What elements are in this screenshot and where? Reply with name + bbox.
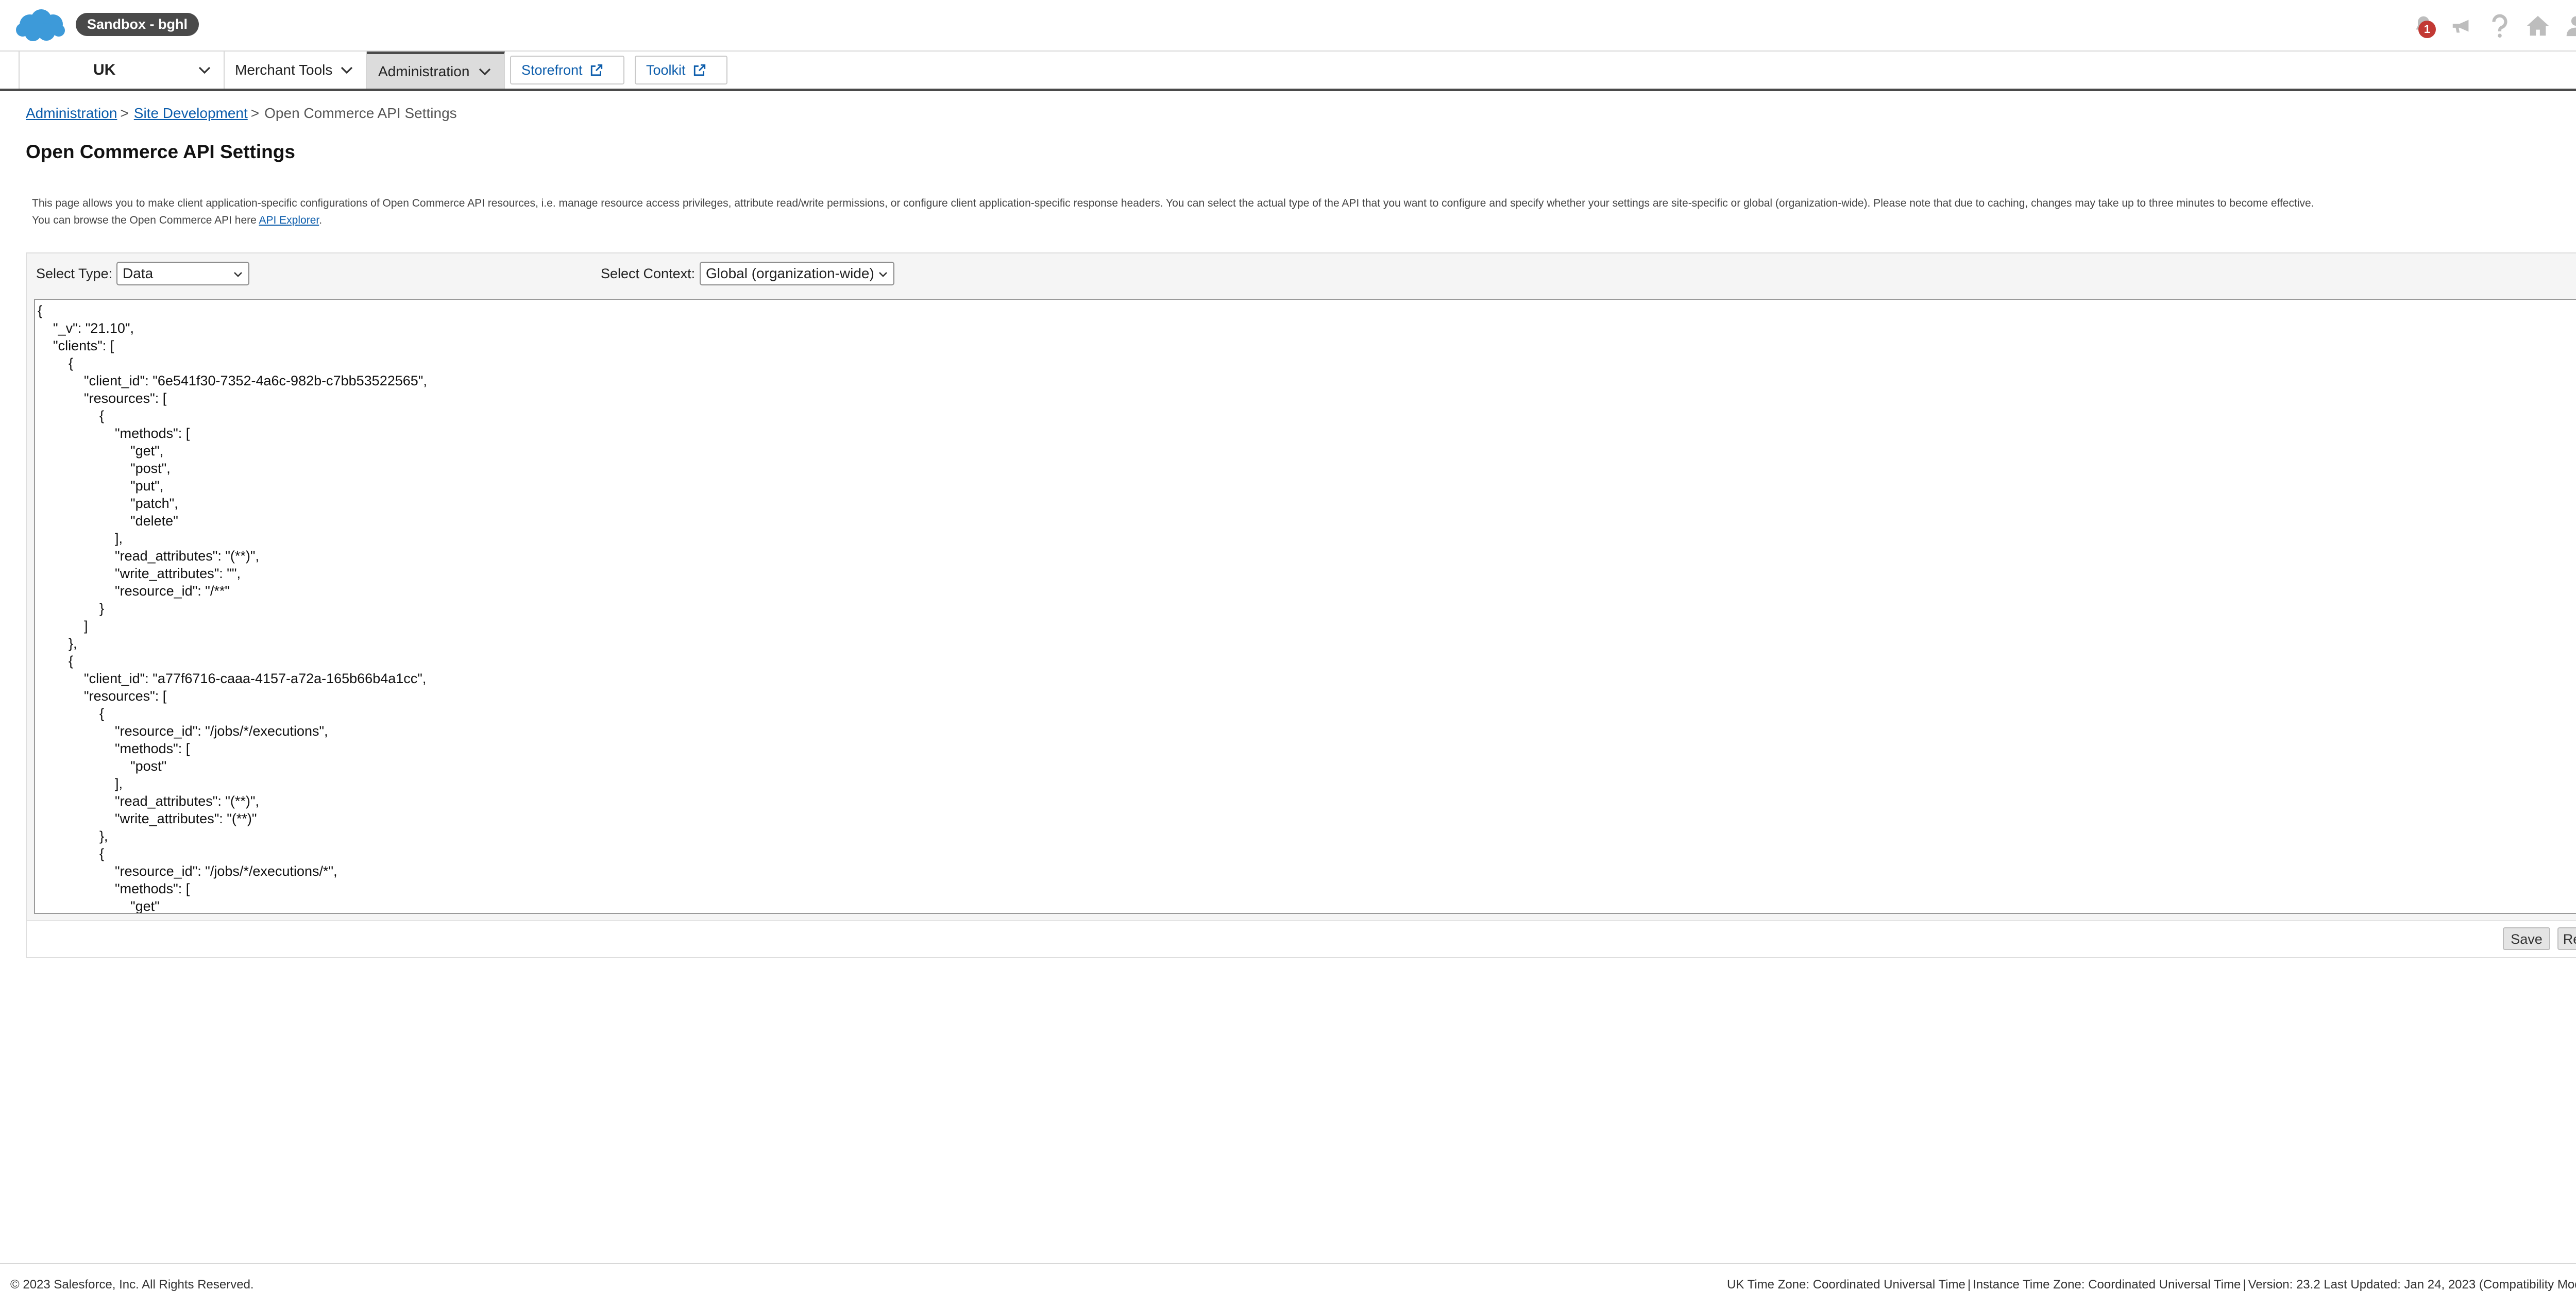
site-selector[interactable]: UK xyxy=(19,52,225,89)
salesforce-cloud-icon[interactable] xyxy=(14,7,66,43)
site-selector-value: UK xyxy=(93,61,116,78)
json-config-text[interactable]: { "_v": "21.10", "clients": [ { "client_… xyxy=(35,300,2576,913)
api-line-suffix: . xyxy=(319,214,323,226)
administration-menu[interactable]: Administration xyxy=(367,52,505,89)
external-link-icon xyxy=(590,64,602,76)
home-button[interactable] xyxy=(2522,10,2553,41)
uk-timezone: UK Time Zone: Coordinated Universal Time xyxy=(1726,1278,1965,1292)
breadcrumb-current: Open Commerce API Settings xyxy=(264,105,457,121)
breadcrumb-site-development[interactable]: Site Development xyxy=(134,105,248,121)
description-api-line: You can browse the Open Commerce API her… xyxy=(32,212,2536,229)
chevron-down-icon xyxy=(479,68,491,75)
select-type-dropdown[interactable]: Data xyxy=(116,262,249,285)
breadcrumb-separator: > xyxy=(250,105,260,121)
breadcrumb-administration[interactable]: Administration xyxy=(26,105,117,121)
select-type-value: Data xyxy=(123,265,154,281)
chevron-down-icon xyxy=(198,66,211,74)
home-icon xyxy=(2527,15,2549,36)
page-footer: © 2023 Salesforce, Inc. All Rights Reser… xyxy=(0,1263,2576,1307)
administration-label: Administration xyxy=(378,63,470,79)
storefront-label: Storefront xyxy=(521,62,583,78)
reset-button[interactable]: Reset xyxy=(2557,927,2576,950)
help-button[interactable] xyxy=(2484,10,2515,41)
json-config-editor[interactable]: { "_v": "21.10", "clients": [ { "client_… xyxy=(34,299,2576,914)
top-header: Sandbox - bghl 1 xyxy=(0,0,2576,52)
help-icon xyxy=(2492,14,2507,38)
external-link-icon xyxy=(693,64,705,76)
chevron-down-icon xyxy=(879,272,887,277)
footer-info: UK Time Zone: Coordinated Universal Time… xyxy=(1727,1278,2576,1292)
select-context-label: Select Context: xyxy=(601,266,696,281)
page-description: This page allows you to make client appl… xyxy=(32,195,2536,229)
select-context-dropdown[interactable]: Global (organization-wide) xyxy=(700,262,894,285)
chevron-down-icon xyxy=(234,272,242,277)
merchant-tools-menu[interactable]: Merchant Tools xyxy=(225,52,367,89)
notifications-button[interactable]: 1 xyxy=(2408,10,2439,41)
header-icon-group: 1 xyxy=(2408,9,2576,42)
description-text: This page allows you to make client appl… xyxy=(32,197,2314,209)
copyright-text: © 2023 Salesforce, Inc. All Rights Reser… xyxy=(10,1278,254,1292)
api-line-prefix: You can browse the Open Commerce API her… xyxy=(32,214,259,226)
storefront-link[interactable]: Storefront xyxy=(510,56,624,84)
select-type-label: Select Type: xyxy=(36,266,113,281)
user-icon xyxy=(2566,16,2576,37)
version-info: Version: 23.2 Last Updated: Jan 24, 2023… xyxy=(2248,1278,2576,1292)
api-explorer-link[interactable]: API Explorer xyxy=(259,214,319,226)
breadcrumb-separator: > xyxy=(120,105,129,121)
toolkit-label: Toolkit xyxy=(646,62,686,78)
selector-row: Select Type: Data Select Context: Global… xyxy=(27,253,2576,295)
instance-timezone: Instance Time Zone: Coordinated Universa… xyxy=(1973,1278,2241,1292)
merchant-tools-label: Merchant Tools xyxy=(235,62,333,78)
user-profile-button[interactable] xyxy=(2561,10,2576,41)
megaphone-icon xyxy=(2452,20,2469,33)
select-context-value: Global (organization-wide) xyxy=(706,265,874,281)
notification-count-badge: 1 xyxy=(2418,21,2436,38)
main-navigation: UK Merchant Tools Administration Storefr… xyxy=(0,52,2576,91)
button-row: Save Reset xyxy=(27,920,2576,957)
footer-separator: | xyxy=(2243,1278,2246,1292)
ocapi-settings-panel: Select Type: Data Select Context: Global… xyxy=(26,252,2576,958)
toolkit-link[interactable]: Toolkit xyxy=(635,56,727,84)
save-button[interactable]: Save xyxy=(2503,927,2550,950)
breadcrumb: Administration > Site Development > Open Com… xyxy=(26,105,457,122)
sandbox-badge[interactable]: Sandbox - bghl xyxy=(76,13,199,36)
page-title: Open Commerce API Settings xyxy=(26,141,295,162)
announcements-button[interactable] xyxy=(2446,10,2477,41)
chevron-down-icon xyxy=(341,66,353,74)
footer-separator: | xyxy=(1967,1278,1971,1292)
